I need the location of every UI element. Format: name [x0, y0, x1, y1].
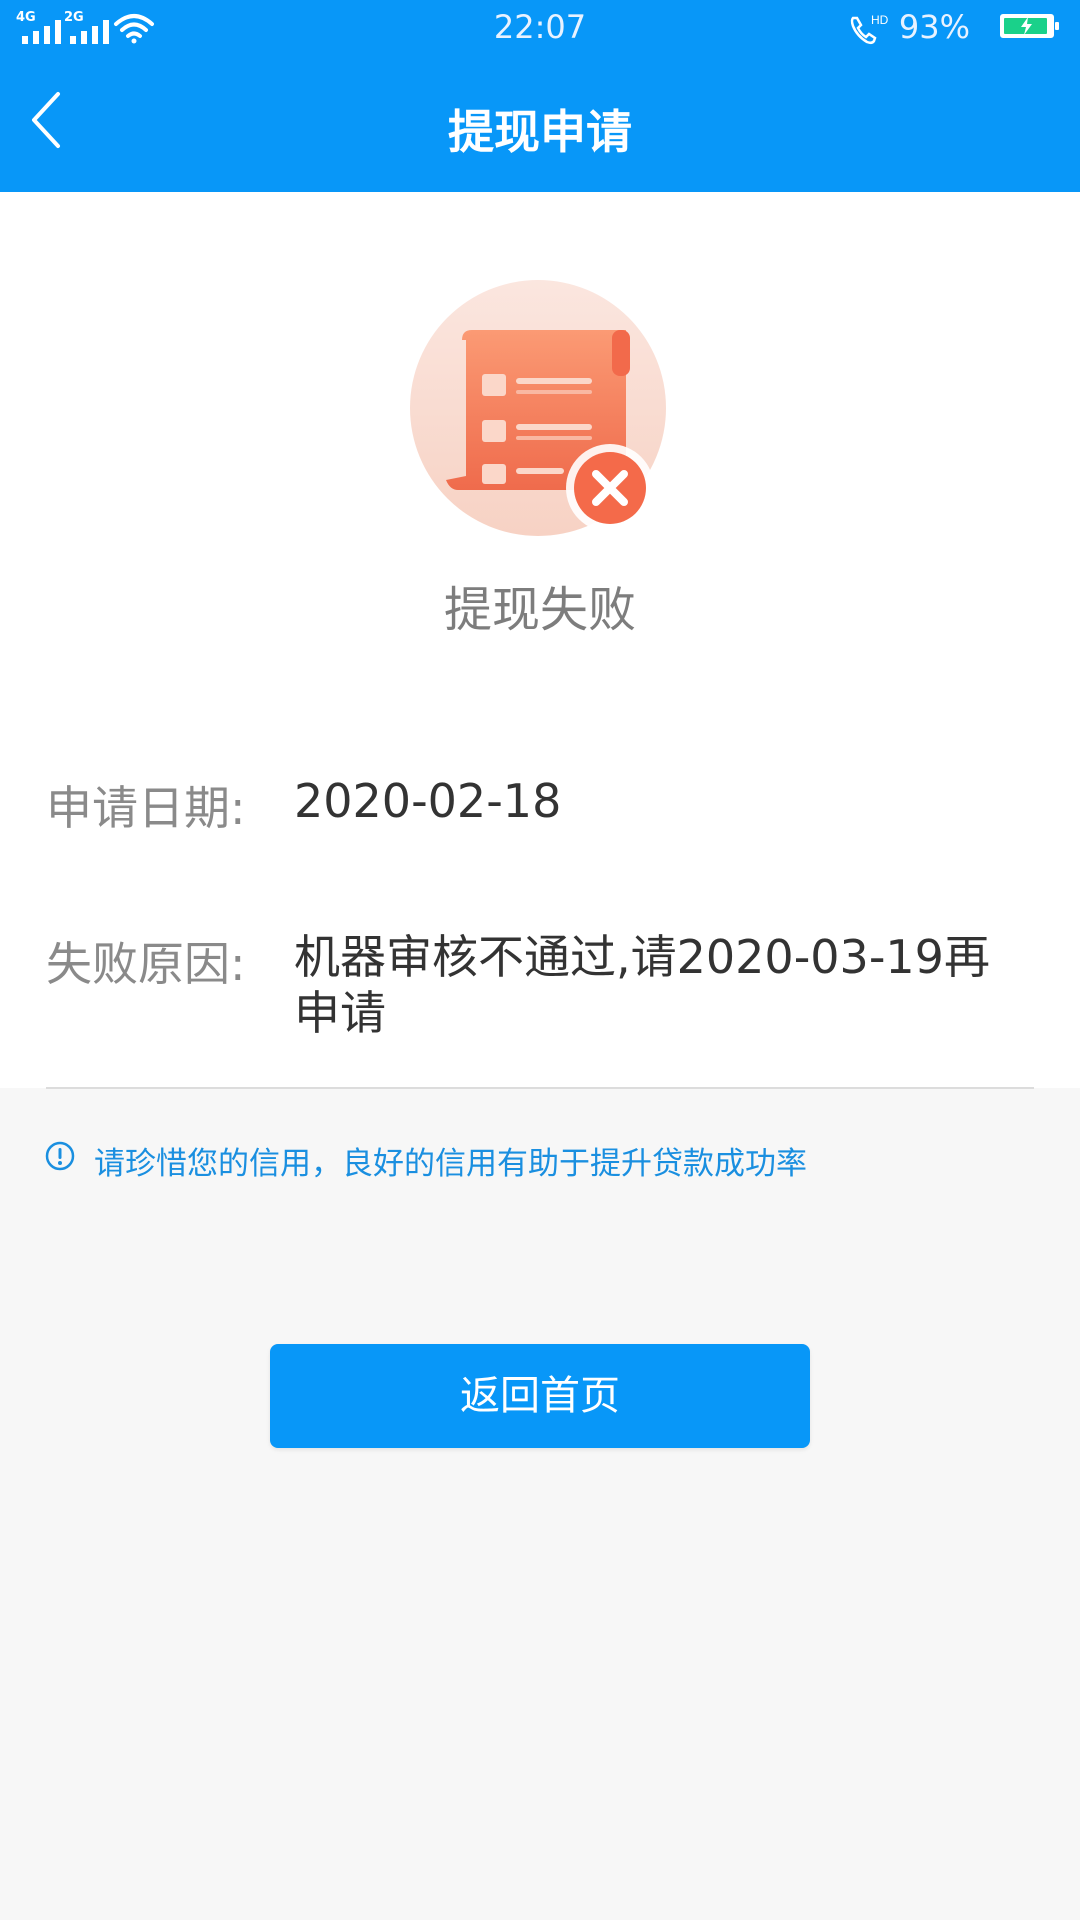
divider — [46, 1087, 1034, 1089]
return-home-button[interactable]: 返回首页 — [270, 1344, 810, 1448]
status-bar: 4G 2G 22:07 HD 93% — [0, 0, 1080, 58]
info-icon — [45, 1141, 75, 1171]
hd-badge: HD — [871, 13, 889, 27]
status-right: HD 93% — [844, 8, 1064, 48]
result-status-text: 提现失败 — [443, 582, 636, 638]
fail-reason-label: 失败原因: — [46, 937, 246, 991]
hd-call-icon: HD — [850, 13, 889, 45]
document-failed-icon — [410, 280, 670, 540]
battery-percent: 93% — [898, 8, 970, 46]
battery-icon — [1000, 14, 1059, 38]
top-bar: 4G 2G 22:07 HD 93% 提现申请 — [0, 0, 1080, 192]
page-title: 提现申请 — [448, 105, 632, 159]
apply-date-value: 2020-02-18 — [294, 774, 562, 828]
fail-reason-value-line2: 申请 — [294, 986, 386, 1040]
fail-reason-value-line1: 机器审核不通过,请2020-03-19再 — [294, 930, 990, 984]
apply-date-label: 申请日期: — [46, 781, 246, 835]
notice-text: 请珍惜您的信用，良好的信用有助于提升贷款成功率 — [94, 1146, 807, 1182]
